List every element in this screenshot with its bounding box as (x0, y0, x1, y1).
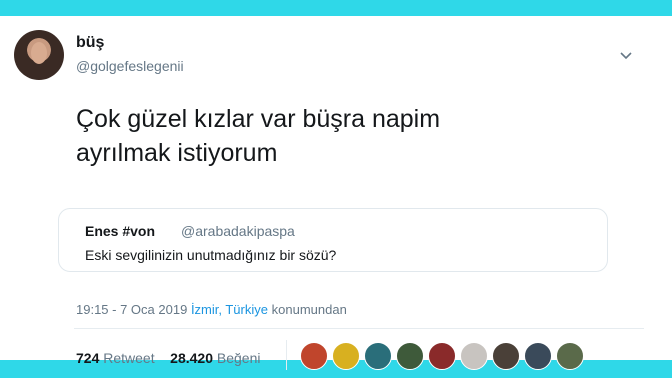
stats-divider (286, 340, 287, 370)
liker-avatar[interactable] (364, 342, 392, 370)
quoted-text: Eski sevgilinizin unutmadığınız bir sözü… (85, 247, 337, 263)
quoted-author-handle: @arabadakipaspa (181, 223, 295, 239)
tweet-text: Çok güzel kızlar var büşra napim ayrılma… (76, 102, 596, 170)
retweet-label: Retweet (103, 350, 155, 366)
tweet-meta: 19:15 - 7 Oca 2019 İzmir, Türkiye konumu… (76, 302, 347, 317)
location-suffix: konumundan (271, 302, 347, 317)
chevron-down-icon[interactable] (618, 48, 634, 64)
liker-avatar[interactable] (524, 342, 552, 370)
liker-avatar[interactable] (556, 342, 584, 370)
like-count: 28.420 (170, 350, 213, 366)
avatar[interactable] (14, 30, 64, 80)
retweet-count: 724 (76, 350, 100, 366)
tweet-stats: 724 Retweet 28.420 Beğeni (76, 350, 260, 366)
liker-avatar[interactable] (492, 342, 520, 370)
liker-avatar[interactable] (332, 342, 360, 370)
tweet-card: büş @golgefeslegenii Çok güzel kızlar va… (0, 16, 672, 370)
liker-avatar[interactable] (460, 342, 488, 370)
liker-avatar[interactable] (300, 342, 328, 370)
quoted-author-name: Enes #von (85, 223, 156, 239)
timestamp[interactable]: 19:15 - 7 Oca 2019 (76, 302, 187, 317)
author-handle[interactable]: @golgefeslegenii (76, 58, 184, 74)
quoted-tweet[interactable]: Enes #von @arabadakipaspa Eski sevgilini… (58, 208, 608, 272)
author-name[interactable]: büş (76, 34, 104, 52)
liker-avatar[interactable] (396, 342, 424, 370)
location-link[interactable]: İzmir, Türkiye (191, 302, 268, 317)
retweet-stat[interactable]: 724 Retweet (76, 350, 155, 366)
tweet-text-line1: Çok güzel kızlar var büşra napim (76, 105, 441, 133)
liker-avatar[interactable] (428, 342, 456, 370)
avatar-face (31, 42, 47, 64)
tweet-text-line2: ayrılmak istiyorum (76, 139, 278, 167)
divider (74, 328, 644, 329)
like-label: Beğeni (216, 350, 261, 366)
like-stat[interactable]: 28.420 Beğeni (170, 350, 260, 366)
